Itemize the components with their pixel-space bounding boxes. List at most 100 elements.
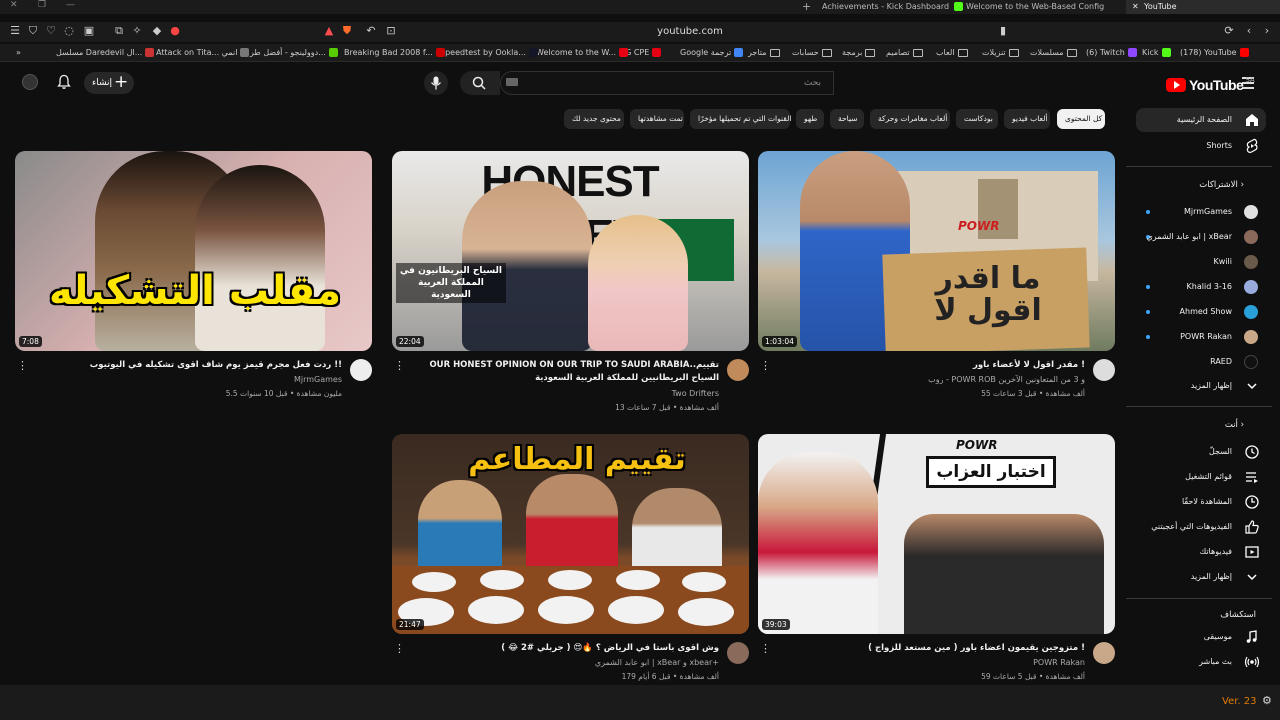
sidebar-item-subscription[interactable]: ابو عابد الشمري | xBear (1136, 225, 1266, 249)
channel-avatar[interactable] (1093, 359, 1115, 381)
you-heading[interactable]: أنت › (1225, 420, 1244, 430)
video-title[interactable]: مقدر اقول لا لأعضاء باور ! (785, 359, 1085, 372)
reload-icon[interactable]: ⟳ (1222, 24, 1236, 38)
sidebar-item-music[interactable]: موسيقى (1136, 625, 1266, 649)
address-bar[interactable]: youtube.com (380, 23, 1000, 41)
restore-window-icon[interactable]: ❐ (38, 0, 46, 10)
video-thumbnail[interactable]: ما اقدر اقول لا POWR 1:03:04 (758, 151, 1115, 351)
bookmark-folder[interactable]: متاجر (748, 46, 780, 60)
subscriptions-heading[interactable]: الاشتراكات › (1199, 180, 1244, 190)
shield-icon[interactable]: ⛉ (26, 24, 40, 38)
tab-youtube[interactable]: ✕ YouTube (1126, 0, 1280, 14)
bookmark-folder[interactable]: العاب (936, 46, 968, 60)
bookmark-youtube[interactable]: (178) YouTube (1180, 46, 1249, 60)
screenshot-icon[interactable]: ⧉ (112, 24, 126, 38)
bookmark-icon[interactable]: ▮ (996, 24, 1010, 38)
messenger-icon[interactable]: ◌ (62, 24, 76, 38)
minimize-window-icon[interactable]: — (66, 0, 75, 10)
youtube-logo[interactable]: YouTube SA (1166, 76, 1255, 94)
chip-recently-uploaded[interactable]: القنوات التي تم تحميلها مؤخرًا (690, 109, 791, 129)
sidebar-show-more-you[interactable]: إظهار المزيد (1136, 565, 1266, 589)
share-icon[interactable]: ↶ (364, 24, 378, 38)
bookmark-attack-on-titan[interactable]: Attack on Tita... انمي (156, 46, 250, 60)
bookmark-twitch[interactable]: (6) Twitch (1086, 46, 1137, 60)
menu-icon[interactable]: ☰ (8, 24, 22, 38)
channel-name[interactable]: Two Drifters (672, 389, 719, 398)
sidebar-item-live[interactable]: بث مباشر (1136, 650, 1266, 674)
sidebar-item-home[interactable]: الصفحة الرئيسية (1136, 108, 1266, 132)
close-tab-icon[interactable]: ✕ (1132, 0, 1139, 14)
chip-cooking[interactable]: طهو (796, 109, 824, 129)
sidebar-item-subscription[interactable]: MjrmGames (1136, 200, 1266, 224)
sidebar-item-subscription[interactable]: Ahmed Show (1136, 300, 1266, 324)
video-title[interactable]: OUR HONEST OPINION ON OUR TRIP TO SAUDI … (419, 359, 719, 385)
video-title[interactable]: ردت فعل مجرم قيمز يوم شاف اقوى تشكيله في… (42, 359, 342, 372)
video-thumbnail[interactable]: مقلب التشكيله 7:08 (15, 151, 372, 351)
more-options-icon[interactable]: ⋮ (760, 360, 771, 371)
brave-shield-icon[interactable]: ⛊ (340, 24, 354, 38)
bookmarks-overflow-icon[interactable]: » (16, 46, 21, 60)
sidebar-item-your-videos[interactable]: فيديوهاتك (1136, 540, 1266, 564)
extensions-icon[interactable]: ✧ (130, 24, 144, 38)
bookmark-kick[interactable]: Kick (1142, 46, 1171, 60)
sidebar-item-subscription[interactable]: RAED (1136, 350, 1266, 374)
channel-name[interactable]: ابو عابد الشمري | xBear و xbear+ (595, 658, 719, 667)
sidebar-item-history[interactable]: السجلّ (1136, 440, 1266, 464)
sidebar-item-liked-videos[interactable]: الفيديوهات التي أعجبتني (1136, 515, 1266, 539)
brave-rewards-icon[interactable]: ▲ (322, 24, 336, 38)
bookmark-folder[interactable]: مسلسلات (1030, 46, 1077, 60)
sidebar-icon[interactable]: ▣ (82, 24, 96, 38)
tab-web-config[interactable]: Welcome to the Web-Based Config (954, 0, 1104, 14)
bookmark-welcome[interactable]: Welcome to the W... (536, 46, 629, 60)
bookmark-speedtest[interactable]: Speedtest by Ookla... (440, 46, 538, 60)
sidebar-item-playlists[interactable]: قوائم التشغيل (1136, 465, 1266, 489)
more-options-icon[interactable]: ⋮ (394, 643, 405, 654)
bookmark-google-translate[interactable]: Google ترجمة (680, 46, 744, 60)
sidebar-item-subscription[interactable]: POWR Rakan (1136, 325, 1266, 349)
chip-video-games[interactable]: ألعاب فيديو (1004, 109, 1050, 129)
sidebar-item-subscription[interactable]: Khalid 3-16 (1136, 275, 1266, 299)
settings-gear-icon[interactable]: ⚙ (1262, 694, 1272, 707)
bookmark-folder[interactable]: حسابات (792, 46, 832, 60)
chip-new-to-you[interactable]: محتوى جديد لك (564, 109, 624, 129)
bookmark-breaking-bad[interactable]: Breaking Bad 2008 f... (344, 46, 445, 60)
more-options-icon[interactable]: ⋮ (17, 360, 28, 371)
opera-icon[interactable]: ● (168, 24, 182, 38)
heart-icon[interactable]: ♡ (44, 24, 58, 38)
more-options-icon[interactable]: ⋮ (394, 360, 405, 371)
channel-avatar[interactable] (727, 642, 749, 664)
back-icon[interactable]: ‹ (1242, 24, 1256, 38)
video-title[interactable]: متزوجين يقيمون اعضاء باور ( مين مستعد لل… (785, 642, 1085, 655)
channel-avatar[interactable] (1093, 642, 1115, 664)
chip-watched[interactable]: تمت مشاهدتها (630, 109, 684, 129)
keyboard-icon[interactable] (506, 78, 518, 86)
chip-travel[interactable]: سياحة (830, 109, 864, 129)
video-thumbnail[interactable]: HONEST REVIEW السياح البريطانيون في المم… (392, 151, 749, 351)
close-window-icon[interactable]: ✕ (10, 0, 18, 10)
search-input[interactable]: بحث (500, 71, 834, 95)
account-avatar[interactable] (22, 74, 38, 90)
new-tab-icon[interactable]: + (802, 0, 811, 13)
channel-avatar[interactable] (350, 359, 372, 381)
video-thumbnail[interactable]: اختبار العزاب POWR 39:03 (758, 434, 1115, 634)
voice-search-button[interactable] (424, 71, 448, 95)
sidebar-show-more-subscriptions[interactable]: إظهار المزيد (1136, 374, 1266, 398)
channel-name[interactable]: POWR Rakan (1033, 658, 1085, 667)
sidebar-item-watch-later[interactable]: المشاهدة لاحقًا (1136, 490, 1266, 514)
channel-name[interactable]: روب - POWR ROB و 3 من المتعاونين الآخرين (928, 375, 1085, 384)
create-button[interactable]: + إنشاء (84, 72, 134, 94)
bookmark-folder[interactable]: تنزيلات (982, 46, 1019, 60)
chip-podcasts[interactable]: بودكاست (956, 109, 998, 129)
bookmark-daredevil[interactable]: مسلسل Daredevil ال... (56, 46, 155, 60)
more-options-icon[interactable]: ⋮ (760, 643, 771, 654)
bookmark-folder[interactable]: تصاميم (886, 46, 923, 60)
bookmark-folder[interactable]: برمجة (842, 46, 876, 60)
video-thumbnail[interactable]: تقييم المطاعم 21:47 (392, 434, 749, 634)
channel-avatar[interactable] (727, 359, 749, 381)
notifications-button[interactable] (56, 74, 72, 93)
sidebar-item-shorts[interactable]: Shorts (1136, 134, 1266, 158)
chip-action-adventure[interactable]: ألعاب مغامرات وحركة (870, 109, 950, 129)
channel-name[interactable]: MjrmGames (294, 375, 342, 384)
bookmark-duolingo[interactable]: دوولينجو - أفضل طر... (250, 46, 338, 60)
video-title[interactable]: وش اقوى باستا في الرياض ؟ 🔥😍 ( جربلي #2 … (419, 642, 719, 655)
